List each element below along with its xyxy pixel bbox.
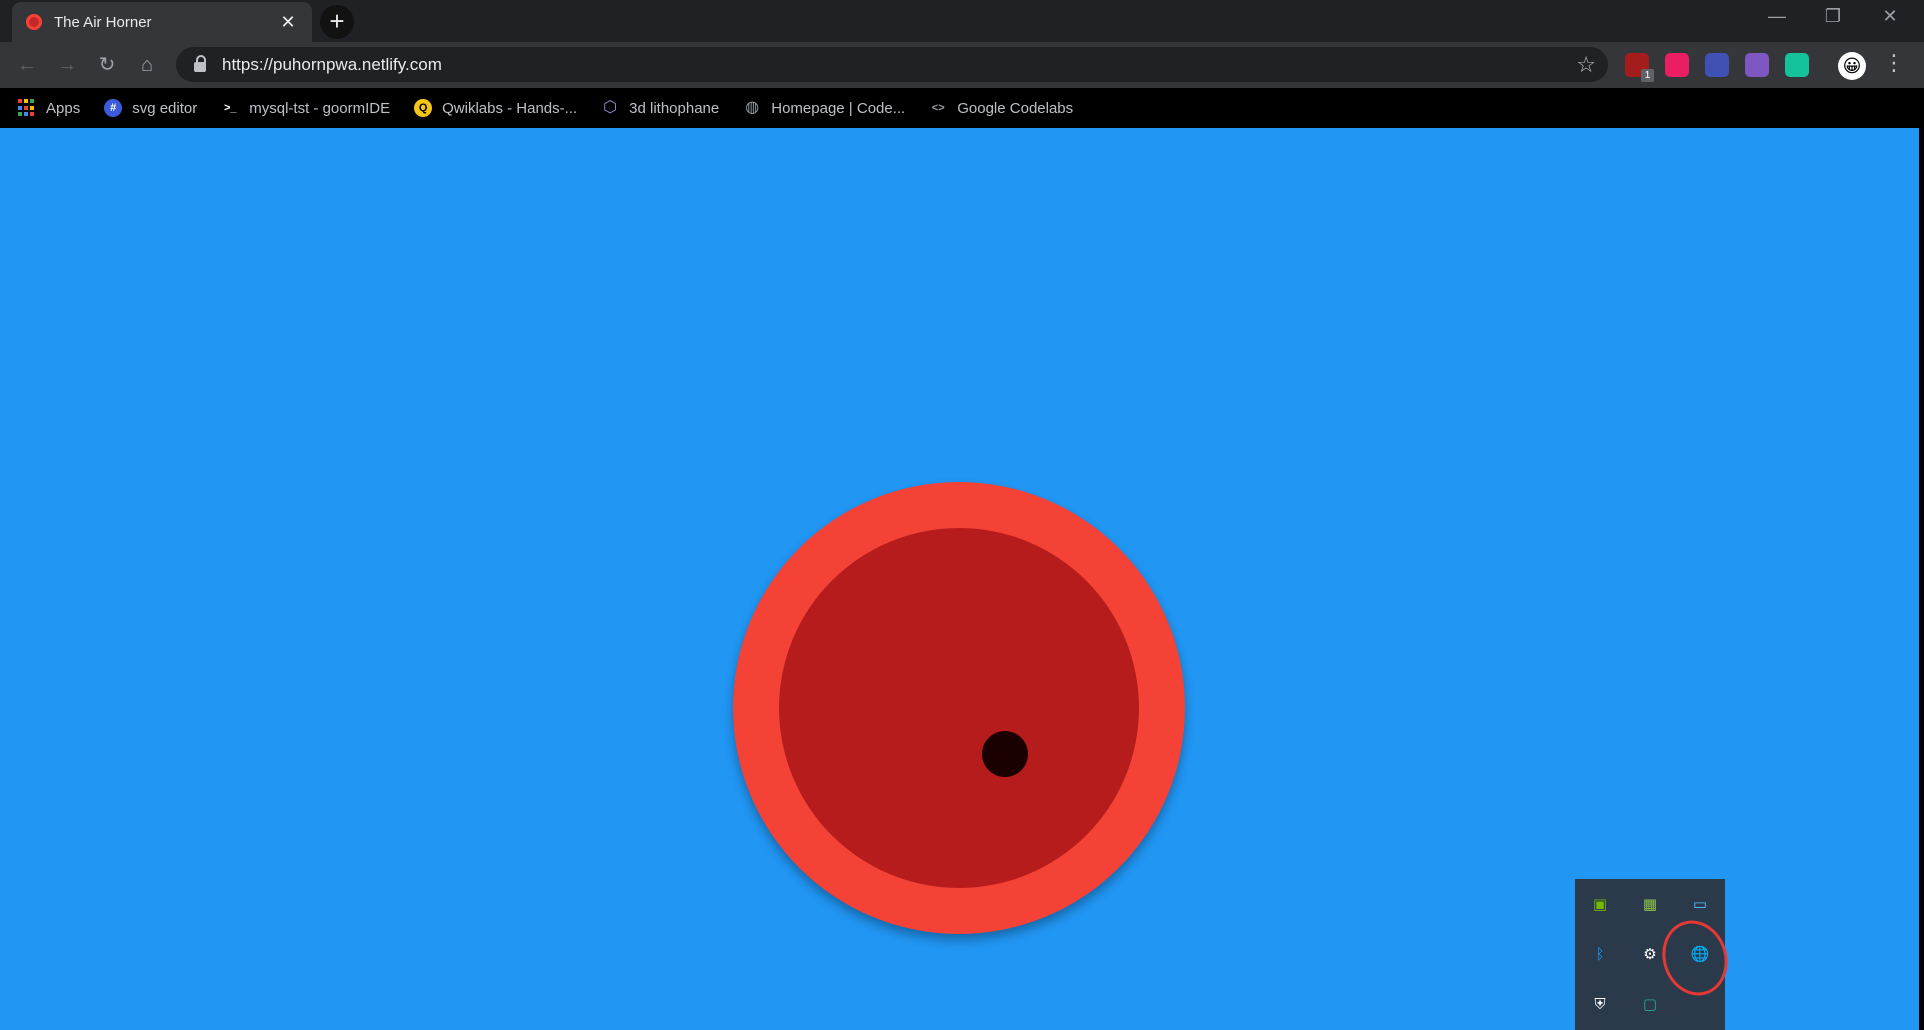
bookmark-qwiklabs[interactable]: Q Qwiklabs - Hands-... [414,99,577,117]
app-tray-icon[interactable]: ▢ [1639,993,1661,1015]
bookmarks-bar: Apps # svg editor >_ mysql-tst - goormID… [0,88,1924,128]
tab-title: The Air Horner [54,13,152,31]
bookmark-label: Apps [46,99,81,117]
extension-glasses-icon[interactable] [1745,53,1769,77]
url-text[interactable]: https://puhornpwa.netlify.com [222,55,442,75]
browser-menu-icon[interactable]: ⋮ [1883,50,1905,76]
forward-icon[interactable]: → [52,50,82,80]
window-close-icon[interactable]: ✕ [1870,6,1910,27]
bookmark-apps[interactable]: Apps [18,99,80,117]
bookmark-3d-lithophane[interactable]: ⬡ 3d lithophane [601,99,719,117]
terminal-icon: >_ [223,102,237,114]
restore-icon[interactable]: ❐ [1813,6,1853,27]
lithophane-icon: ⬡ [603,99,618,116]
tab-strip: The Air Horner ✕ + — ❐ ✕ [0,0,1924,42]
extension-pink-icon[interactable] [1665,53,1689,77]
scrollbar[interactable] [1919,104,1924,1030]
windows-security-icon[interactable]: ⛨ [1589,993,1611,1015]
codelabs-icon: <> [931,102,945,114]
bookmark-label: Google Codelabs [957,99,1074,117]
tab-the-air-horner[interactable]: The Air Horner ✕ [12,2,312,42]
browser-toolbar: ← → ↻ ⌂ https://puhornpwa.netlify.com ☆ … [0,42,1924,88]
bluetooth-icon[interactable]: ᛒ [1589,943,1611,965]
air-horn-button[interactable] [733,482,1185,934]
monitor-icon[interactable]: ▭ [1689,893,1711,915]
air-horn-center-dot [982,731,1028,777]
ublock-origin-icon[interactable]: 1 [1625,53,1654,82]
air-horn-inner-ring [779,528,1139,888]
bookmark-label: mysql-tst - goormIDE [249,99,391,117]
new-tab-button[interactable]: + [320,5,354,39]
qwiklabs-icon: Q [414,99,433,117]
tab-close-icon[interactable]: ✕ [278,12,298,32]
address-bar[interactable]: https://puhornpwa.netlify.com ☆ [176,47,1608,82]
apps-grid-icon [18,99,36,117]
bookmark-label: 3d lithophane [629,99,720,117]
extension-stripes-icon[interactable] [1705,53,1729,77]
globe-icon: ◍ [745,99,760,116]
bookmark-mysql-tst[interactable]: >_ mysql-tst - goormIDE [221,99,390,117]
bookmark-label: Qwiklabs - Hands-... [442,99,578,117]
grammarly-icon[interactable] [1785,53,1809,77]
svg-editor-icon: # [104,99,123,117]
task-manager-icon[interactable]: ▦ [1639,893,1661,915]
nvidia-icon[interactable]: ▣ [1589,893,1611,915]
bookmark-label: Homepage | Code... [771,99,906,117]
settings-gear-icon[interactable]: ⚙ [1639,943,1661,965]
bookmark-homepage-code[interactable]: ◍ Homepage | Code... [743,99,905,117]
profile-avatar[interactable]: 😀 [1838,52,1866,80]
bookmark-google-codelabs[interactable]: <> Google Codelabs [929,99,1073,117]
home-icon[interactable]: ⌂ [132,50,162,80]
back-icon[interactable]: ← [12,50,42,80]
bookmark-label: svg editor [132,99,198,117]
minimize-icon[interactable]: — [1757,6,1797,27]
air-horner-favicon-icon [26,14,42,30]
bookmark-svg-editor[interactable]: # svg editor [104,99,197,117]
extension-badge: 1 [1641,69,1654,82]
reload-icon[interactable]: ↻ [92,50,122,80]
bookmark-star-icon[interactable]: ☆ [1576,52,1596,78]
lock-icon [194,54,206,72]
